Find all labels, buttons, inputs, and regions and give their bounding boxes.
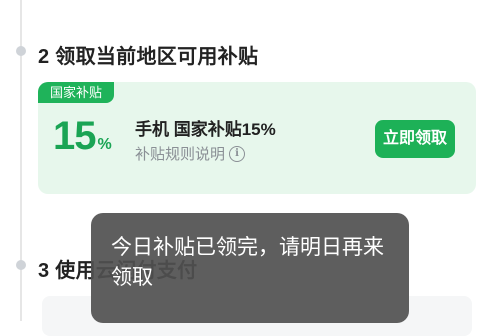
subsidy-rules-label[interactable]: 补贴规则说明 [135, 143, 225, 164]
national-subsidy-badge: 国家补贴 [38, 82, 115, 103]
toast-text: 今日补贴已领完，请明日再来领取 [111, 236, 384, 289]
toast-message: 今日补贴已领完，请明日再来领取 [91, 213, 409, 323]
subsidy-rules-link[interactable]: 补贴规则说明 i [135, 143, 246, 164]
claim-now-button[interactable]: 立即领取 [375, 120, 455, 158]
subsidy-percent: 15% [53, 114, 112, 159]
subsidy-product-label: 手机 国家补贴15% [135, 120, 276, 139]
subsidy-percent-symbol: % [97, 136, 112, 153]
step-2-title: 2 领取当前地区可用补贴 [38, 46, 259, 68]
step-3-dot [16, 260, 26, 270]
subsidy-card: 国家补贴 15% 手机 国家补贴15% 补贴规则说明 i 立即领取 [38, 82, 476, 194]
info-icon[interactable]: i [229, 145, 246, 162]
subsidy-percent-value: 15 [53, 114, 96, 158]
step-2-dot [16, 46, 26, 56]
